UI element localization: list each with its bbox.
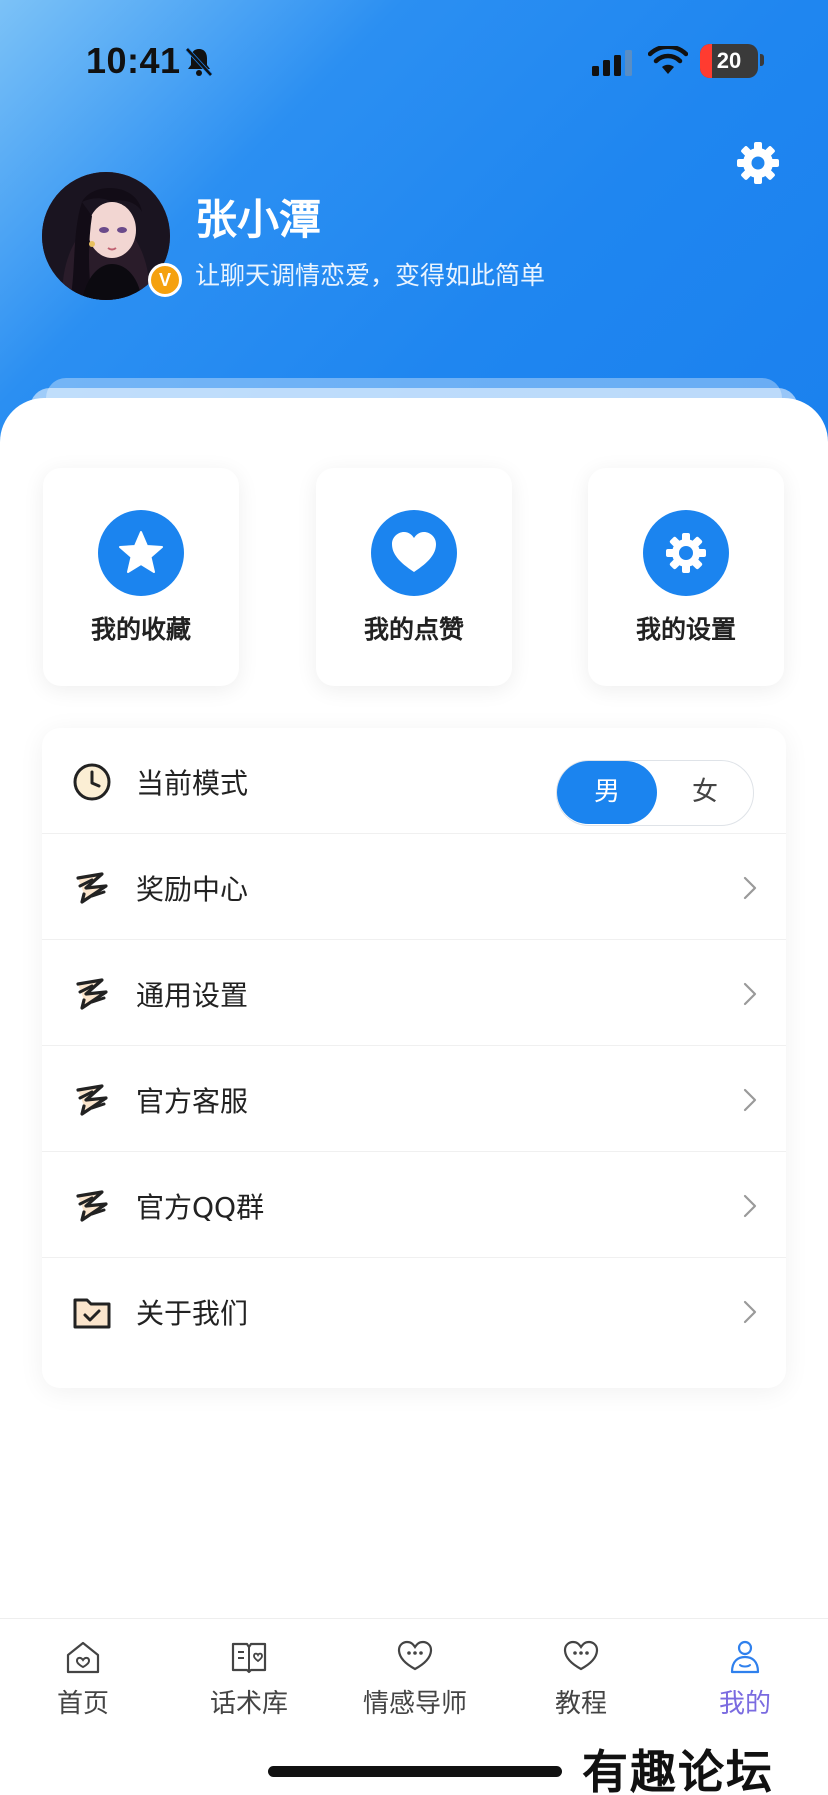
zigzag-icon	[76, 1084, 108, 1116]
mode-female-option[interactable]: 女	[657, 761, 753, 824]
tab-home[interactable]: 首页	[0, 1619, 166, 1739]
status-bar: 10:41 20	[0, 0, 828, 120]
tab-mentor[interactable]: 情感导师	[332, 1619, 498, 1739]
zigzag-icon	[76, 872, 108, 904]
username: 张小潭	[195, 195, 322, 244]
menu-item-about-us[interactable]: 关于我们	[42, 1258, 786, 1364]
menu-label-about-us: 关于我们	[136, 1297, 249, 1330]
tab-label-script-library: 话术库	[209, 1689, 288, 1719]
bell-muted-icon	[185, 47, 213, 77]
menu-item-customer-service[interactable]: 官方客服	[42, 1046, 786, 1152]
settings-gear-icon[interactable]	[735, 140, 781, 186]
gear-icon	[643, 510, 729, 596]
star-icon	[98, 510, 184, 596]
gender-mode-toggle[interactable]: 男 女	[556, 760, 754, 826]
likes-label: 我的点赞	[363, 615, 464, 644]
wifi-icon	[648, 46, 688, 74]
chevron-right-icon	[743, 1088, 757, 1112]
tab-mine[interactable]: 我的	[662, 1619, 828, 1739]
menu-label-qq-group: 官方QQ群	[136, 1191, 265, 1224]
menu-list: 当前模式 男 女 奖励中心 通用设置 官方客服 官方QQ群 关于我们	[42, 728, 786, 1388]
battery-cap	[760, 54, 764, 66]
my-settings-card[interactable]: 我的设置	[588, 468, 784, 686]
watermark: 有趣论坛	[582, 1745, 774, 1795]
tab-label-mine: 我的	[718, 1689, 771, 1719]
chat-heart-icon	[563, 1640, 599, 1671]
chevron-right-icon	[743, 876, 757, 900]
zigzag-icon	[76, 1190, 108, 1222]
chat-heart-icon	[397, 1640, 433, 1671]
home-icon	[66, 1641, 100, 1674]
tab-tutorial[interactable]: 教程	[498, 1619, 664, 1739]
profile-slogan: 让聊天调情恋爱，变得如此简单	[195, 261, 546, 290]
menu-label-general-settings: 通用设置	[136, 979, 249, 1012]
zigzag-icon	[76, 978, 108, 1010]
favorites-card[interactable]: 我的收藏	[43, 468, 239, 686]
menu-label-customer-service: 官方客服	[136, 1085, 249, 1118]
mode-row: 当前模式 男 女	[42, 728, 786, 834]
battery-indicator: 20	[700, 44, 758, 78]
heart-icon	[371, 510, 457, 596]
menu-label-rewards: 奖励中心	[136, 873, 249, 906]
chevron-right-icon	[743, 1300, 757, 1324]
person-icon	[730, 1640, 760, 1674]
chevron-right-icon	[743, 1194, 757, 1218]
tab-script-library[interactable]: 话术库	[166, 1619, 332, 1739]
menu-item-rewards[interactable]: 奖励中心	[42, 834, 786, 940]
status-time: 10:41	[86, 40, 181, 81]
book-icon	[231, 1642, 267, 1674]
folder-check-icon	[73, 1298, 111, 1329]
mode-male-option[interactable]: 男	[557, 761, 657, 824]
tab-label-tutorial: 教程	[554, 1689, 607, 1719]
menu-item-general-settings[interactable]: 通用设置	[42, 940, 786, 1046]
vip-badge: V	[148, 263, 182, 297]
menu-item-qq-group[interactable]: 官方QQ群	[42, 1152, 786, 1258]
mode-label: 当前模式	[136, 767, 249, 800]
signal-icon	[592, 50, 632, 76]
my-settings-label: 我的设置	[635, 615, 736, 644]
battery-level: 20	[716, 48, 742, 73]
favorites-label: 我的收藏	[90, 615, 191, 644]
tab-label-mentor: 情感导师	[362, 1689, 467, 1719]
chevron-right-icon	[743, 982, 757, 1006]
clock-icon	[73, 763, 111, 801]
tab-label-home: 首页	[56, 1689, 109, 1719]
likes-card[interactable]: 我的点赞	[316, 468, 512, 686]
home-indicator	[268, 1766, 562, 1777]
